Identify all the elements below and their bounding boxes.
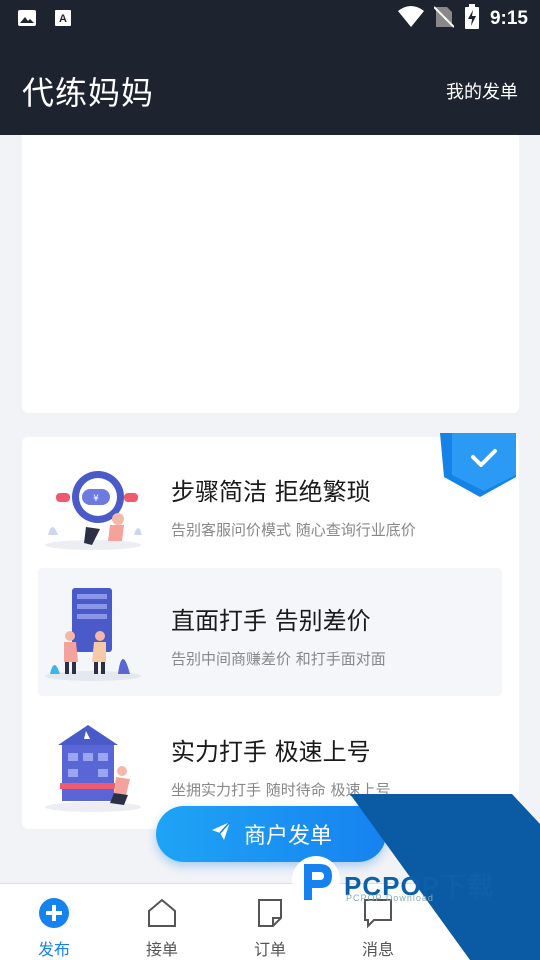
feature-desc: 告别中间商赚差价 和打手面对面 bbox=[171, 650, 386, 668]
handshake-illustration bbox=[45, 588, 141, 681]
plus-circle-icon bbox=[37, 896, 71, 930]
feature-item: 直面打手 告别差价 告别中间商赚差价 和打手面对面 bbox=[38, 568, 502, 696]
nav-item-accept[interactable]: 接单 bbox=[122, 896, 202, 960]
banner-card[interactable] bbox=[22, 135, 519, 413]
building-illustration bbox=[45, 725, 141, 812]
status-time: 9:15 bbox=[489, 8, 528, 29]
nav-item-publish[interactable]: 发布 bbox=[14, 896, 94, 960]
feature-title: 步骤简洁 拒绝繁琐 bbox=[171, 478, 371, 506]
check-ribbon-icon bbox=[440, 433, 516, 497]
app-bar: 代练妈妈 我的发单 bbox=[0, 36, 540, 135]
merchant-order-label: 商户发单 bbox=[243, 824, 332, 849]
svg-text:¥: ¥ bbox=[93, 494, 99, 504]
paper-plane-icon bbox=[210, 820, 232, 848]
watermark-sub: PCPOP Download bbox=[346, 893, 434, 903]
home-icon bbox=[145, 896, 179, 930]
nav-label: 订单 bbox=[253, 940, 286, 959]
feature-item: ¥ 步骤简洁 拒绝繁琐 告别客服问价模式 随心查询行业底价 bbox=[38, 439, 502, 567]
svg-text:A: A bbox=[59, 13, 67, 25]
battery-charging-icon bbox=[464, 4, 480, 34]
feature-title: 直面打手 告别差价 bbox=[171, 607, 371, 635]
feature-title: 实力打手 极速上号 bbox=[171, 738, 371, 766]
wifi-icon bbox=[397, 6, 424, 32]
note-icon bbox=[253, 896, 287, 930]
currency-bubble-illustration: ¥ bbox=[45, 471, 142, 550]
status-bar: A 9:15 bbox=[0, 0, 540, 36]
feature-desc: 告别客服问价模式 随心查询行业底价 bbox=[171, 521, 416, 539]
nav-label: 接单 bbox=[145, 940, 178, 959]
font-icon: A bbox=[52, 7, 74, 29]
no-sim-icon bbox=[433, 5, 455, 33]
image-icon bbox=[16, 7, 38, 29]
nav-label: 发布 bbox=[37, 940, 70, 959]
page-title: 代练妈妈 bbox=[22, 74, 155, 112]
my-orders-link[interactable]: 我的发单 bbox=[446, 78, 518, 104]
